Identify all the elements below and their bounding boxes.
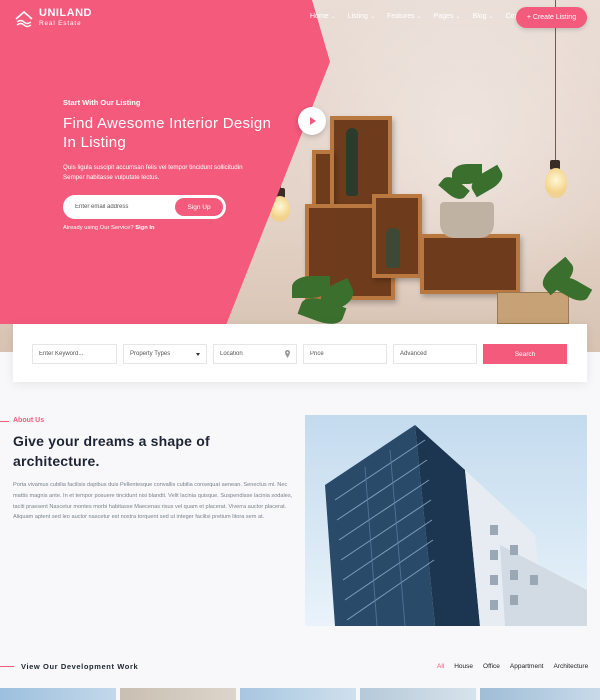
price-input[interactable] xyxy=(310,351,386,357)
location-field[interactable] xyxy=(213,344,297,364)
about-title: Give your dreams a shape of architecture… xyxy=(13,433,210,469)
property-type-value: Property Types xyxy=(130,351,171,357)
nav-features-label: Features xyxy=(386,13,415,20)
nav-home[interactable]: Home ⌄ xyxy=(310,13,336,20)
chevron-down-icon: ⌄ xyxy=(455,14,461,20)
signin-link[interactable]: Sign In xyxy=(135,225,154,231)
brand-logo[interactable]: UNILAND Real Estate xyxy=(14,8,92,28)
portfolio-thumb[interactable] xyxy=(360,688,476,700)
about-building-image xyxy=(305,415,587,626)
development-title: View Our Development Work xyxy=(21,662,139,671)
hero-section: Start With Our Listing Find Awesome Inte… xyxy=(0,0,600,352)
location-pin-icon xyxy=(285,350,290,358)
search-bar: Property Types Advanced Search xyxy=(13,324,587,382)
portfolio-thumb[interactable] xyxy=(240,688,356,700)
hero-eyebrow: Start With Our Listing xyxy=(63,98,141,107)
chevron-down-icon: ⌄ xyxy=(330,14,336,20)
play-icon xyxy=(310,117,316,125)
nav-pages[interactable]: Pages ⌄ xyxy=(434,13,461,20)
nav-blog[interactable]: Blog ⌄ xyxy=(473,13,494,20)
email-field[interactable] xyxy=(75,195,165,219)
portfolio-thumb[interactable] xyxy=(480,688,600,700)
about-divider xyxy=(0,421,9,422)
filter-all[interactable]: All xyxy=(437,663,444,670)
about-body: Porta vivamus cubilia facilisis dapibus … xyxy=(13,482,293,521)
already-text: Already using Our Service? xyxy=(63,225,134,231)
signin-prompt: Already using Our Service? Sign In xyxy=(63,225,155,231)
filter-house[interactable]: House xyxy=(454,663,473,670)
hero-description: Quis ligula suscipit accumsan felis vel … xyxy=(63,164,243,181)
chevron-down-icon xyxy=(196,353,200,356)
chevron-down-icon: ⌄ xyxy=(369,14,375,20)
nav-home-label: Home xyxy=(310,13,329,20)
building-illustration xyxy=(325,425,587,626)
portfolio-thumb[interactable] xyxy=(120,688,236,700)
subscribe-form: Sign Up xyxy=(63,195,226,219)
portfolio-filters: All House Office Appartment Architecture xyxy=(437,663,598,670)
nav-blog-label: Blog xyxy=(472,13,487,20)
keyword-input[interactable] xyxy=(39,351,116,357)
brand-name: UNILAND xyxy=(39,7,92,20)
logo-icon xyxy=(15,10,33,28)
nav-listing[interactable]: Listing ⌄ xyxy=(348,13,375,20)
chevron-down-icon: ⌄ xyxy=(416,14,422,20)
play-video-button[interactable] xyxy=(298,107,326,135)
filter-office[interactable]: Office xyxy=(483,663,500,670)
signup-button[interactable]: Sign Up xyxy=(175,198,223,216)
about-eyebrow: About Us xyxy=(13,417,45,424)
brand-tagline: Real Estate xyxy=(39,20,82,28)
hero-title: Find Awesome Interior Design In Listing xyxy=(63,115,272,151)
nav-pages-label: Pages xyxy=(433,13,454,20)
advanced-button[interactable]: Advanced xyxy=(393,344,477,364)
development-divider xyxy=(0,666,14,667)
keyword-field[interactable] xyxy=(32,344,117,364)
nav-features[interactable]: Features ⌄ xyxy=(387,13,422,20)
portfolio-thumb[interactable] xyxy=(0,688,116,700)
nav-listing-label: Listing xyxy=(347,13,368,20)
search-button[interactable]: Search xyxy=(483,344,567,364)
filter-appartment[interactable]: Appartment xyxy=(510,663,544,670)
create-listing-button[interactable]: + Create Listing xyxy=(516,7,587,28)
chevron-down-icon: ⌄ xyxy=(488,14,494,20)
advanced-label: Advanced xyxy=(400,351,427,357)
main-nav: Home⌄ Listing⌄ Features⌄ Pages⌄ Blog⌄ Co… xyxy=(310,13,542,20)
price-field[interactable] xyxy=(303,344,387,364)
property-type-select[interactable]: Property Types xyxy=(123,344,207,364)
filter-architecture[interactable]: Architecture xyxy=(554,663,589,670)
